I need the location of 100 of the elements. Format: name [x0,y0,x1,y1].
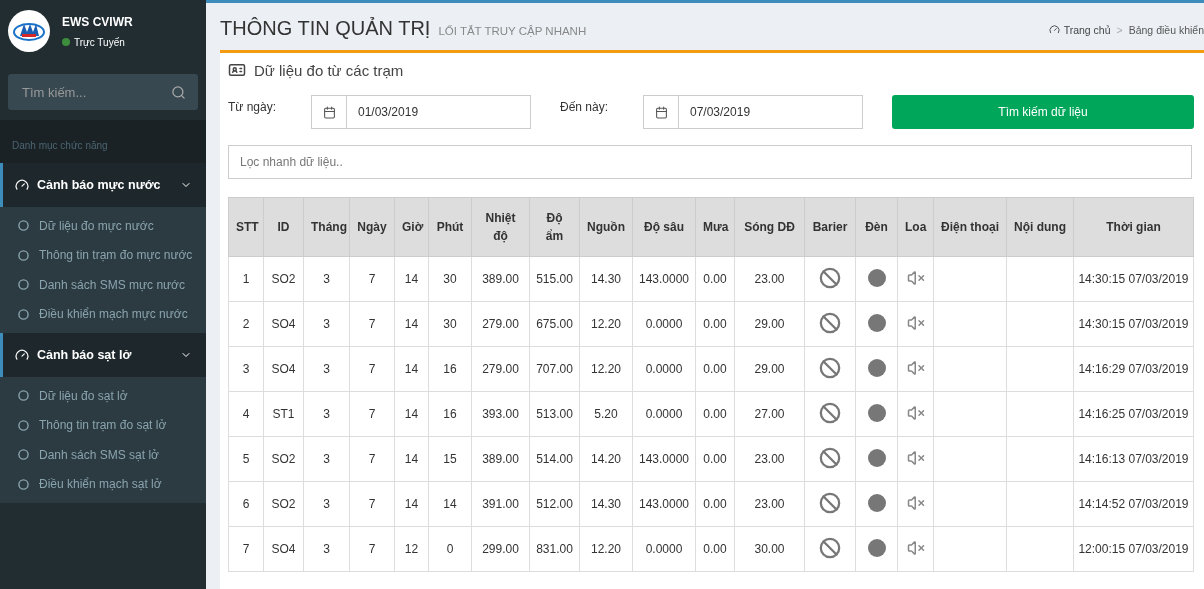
prohibited-icon [819,536,841,559]
table-cell: 2 [228,301,264,347]
table-cell: 3 [303,526,350,572]
table-cell: 12:00:15 07/03/2019 [1073,526,1194,572]
table-cell: 391.00 [471,481,530,527]
table-cell: 14:30:15 07/03/2019 [1073,301,1194,347]
menu-item[interactable]: Danh sách SMS sạt lở [0,440,206,470]
table-cell: 393.00 [471,391,530,437]
table-cell: 0.0000 [632,391,696,437]
table-cell: 27.00 [734,391,805,437]
column-header: Đèn [855,197,898,257]
table-cell: 3 [303,256,350,302]
menu-item[interactable]: Dữ liệu đo mực nước [0,211,206,241]
table-cell: 512.00 [529,481,580,527]
table-cell: 3 [303,346,350,392]
table-cell: 14 [394,391,429,437]
column-header: Độ ẩm [529,197,580,257]
page-subtitle: LỐI TẮT TRUY CẬP NHANH [438,25,588,37]
circle-icon [18,419,29,431]
menu-item[interactable]: Danh sách SMS mực nước [0,270,206,300]
table-cell: 29.00 [734,301,805,347]
menu-item[interactable]: Dữ liệu đo sạt lở [0,381,206,411]
calendar-icon[interactable] [322,105,336,119]
table-cell: SO4 [263,526,304,572]
table-cell: 0.00 [695,526,735,572]
circle-icon [18,279,29,291]
breadcrumb-link[interactable]: Trang chủ [1048,23,1111,36]
table-cell: 12 [394,526,429,572]
breadcrumb-separator: > [1116,23,1123,36]
search-data-button[interactable]: Tìm kiếm dữ liệu [892,95,1194,129]
table-cell: 3 [303,481,350,527]
prohibited-icon [819,356,841,379]
table-cell: 14 [428,481,472,527]
date-picker[interactable]: 01/03/2019 [311,95,531,129]
dot-icon [867,313,886,332]
table-cell: 389.00 [471,256,530,302]
search-box[interactable]: Tìm kiếm... [8,74,198,110]
column-header: Nhiệt độ [471,197,530,257]
table-cell: 513.00 [529,391,580,437]
table-cell: 12.20 [579,526,633,572]
table-cell: 7 [349,481,395,527]
table-cell: 14:16:29 07/03/2019 [1073,346,1194,392]
table-cell: 5 [228,436,264,482]
table-cell: SO2 [263,256,304,302]
menu-group[interactable]: Cảnh báo sạt lở [0,333,206,377]
dot-icon [867,403,886,422]
breadcrumb-link[interactable]: Bảng điều khiển [1128,23,1204,36]
table-cell: 7 [349,301,395,347]
search-icon[interactable] [171,84,186,100]
section-label: Danh mục chức năng [0,120,206,163]
prohibited-icon [819,266,841,289]
id-card-icon [228,61,246,79]
mute-icon [906,538,925,557]
menu-item[interactable]: Thông tin trạm đo mực nước [0,240,206,270]
menu-item[interactable]: Thông tin trạm đo sạt lở [0,410,206,440]
table-cell: 14 [394,301,429,347]
table-cell: 1 [228,256,264,302]
date-picker[interactable]: 07/03/2019 [643,95,863,129]
table-cell: 0.00 [695,436,735,482]
prohibited-icon [819,491,841,514]
dot-icon [867,268,886,287]
table-cell: 30 [428,301,472,347]
table-cell: 5.20 [579,391,633,437]
table-cell: 0.0000 [632,346,696,392]
filter-field[interactable]: Lọc nhanh dữ liệu.. [228,145,1192,179]
table-cell: 14 [394,346,429,392]
column-header: Loa [897,197,934,257]
circle-icon [18,308,29,320]
table-cell: 29.00 [734,346,805,392]
menu-group[interactable]: Cảnh báo mực nước [0,163,206,207]
prohibited-icon [819,446,841,469]
table-cell: SO4 [263,301,304,347]
column-header: Sóng DĐ [734,197,805,257]
table-cell: 15 [428,436,472,482]
column-header: Nguồn [579,197,633,257]
table-cell: 14.20 [579,436,633,482]
circle-icon [18,249,29,261]
column-header: Giờ [394,197,429,257]
mute-icon [906,268,925,287]
table-cell: 7 [349,256,395,302]
prohibited-icon [819,401,841,424]
table-cell: 16 [428,346,472,392]
column-header: Thời gian [1073,197,1194,257]
table-cell: 3 [228,346,264,392]
column-header: Độ sâu [632,197,696,257]
column-header: Điện thoại [933,197,1007,257]
circle-icon [18,220,29,232]
table-cell: 3 [303,436,350,482]
table-cell: 143.0000 [632,256,696,302]
table-cell: 12.20 [579,346,633,392]
menu-item[interactable]: Điều khiển mạch mực nước [0,299,206,329]
calendar-icon[interactable] [654,105,668,119]
table-cell: 14:14:52 07/03/2019 [1073,481,1194,527]
field-label: Từ ngày: [228,99,278,114]
dot-icon [867,448,886,467]
menu-item[interactable]: Điều khiển mạch sạt lở [0,469,206,499]
table-cell: 143.0000 [632,481,696,527]
page-title: THÔNG TIN QUẢN TRỊ [220,17,431,40]
table-cell: 14:30:15 07/03/2019 [1073,256,1194,302]
table-cell: 143.0000 [632,436,696,482]
